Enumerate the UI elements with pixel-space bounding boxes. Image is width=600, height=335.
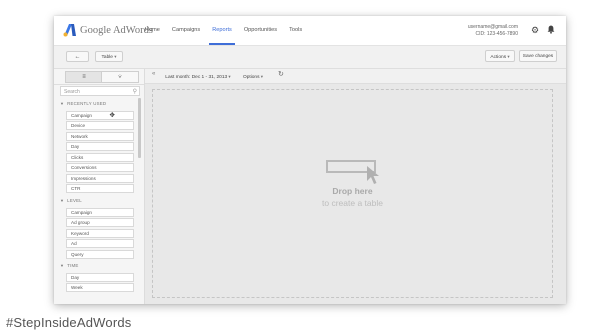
list-item[interactable]: Device	[66, 121, 134, 131]
actions-dropdown[interactable]: Actions	[485, 50, 515, 62]
account-cid: CID: 123-456-7890	[475, 30, 518, 37]
refresh-icon[interactable]: ↻	[278, 70, 284, 78]
table-drop-icon	[326, 160, 379, 184]
collapse-triangle-icon: ▼	[60, 263, 65, 269]
options-dropdown[interactable]: Options	[237, 71, 269, 81]
nav-home[interactable]: Home	[139, 16, 166, 45]
report-canvas-toolbar: « Last month: Dec 1 - 31, 2013 Options ↻	[145, 69, 566, 84]
report-canvas: « Last month: Dec 1 - 31, 2013 Options ↻…	[145, 69, 566, 304]
list-item[interactable]: Ad group	[66, 218, 134, 228]
list-item[interactable]: Campaign ✥	[66, 110, 134, 120]
columns-icon: ≡	[82, 74, 86, 80]
nav-reports[interactable]: Reports	[206, 16, 238, 45]
bell-icon-shape	[547, 25, 555, 34]
column-list: ▼ RECENTLY USED Campaign ✥ Device Network …	[60, 98, 138, 294]
save-changes-button[interactable]: Save changes	[519, 50, 557, 62]
collapse-panel-icon[interactable]: «	[152, 71, 155, 77]
list-item[interactable]: Week	[66, 283, 134, 293]
panel-scrollbar[interactable]	[138, 98, 141, 158]
bell-icon[interactable]	[546, 25, 556, 35]
list-item[interactable]: Ad	[66, 239, 134, 249]
list-item[interactable]: Day	[66, 272, 134, 282]
top-bar: Google AdWords Home Campaigns Reports Op…	[54, 16, 566, 46]
nav-campaigns[interactable]: Campaigns	[166, 16, 206, 45]
search-placeholder: Search	[64, 89, 80, 95]
collapse-triangle-icon: ▼	[60, 197, 65, 203]
view-type-dropdown[interactable]: Table	[95, 51, 123, 62]
list-item[interactable]: CTR	[66, 184, 134, 194]
adwords-window: Google AdWords Home Campaigns Reports Op…	[54, 16, 566, 304]
gear-icon[interactable]: ⚙	[530, 25, 540, 35]
search-icon: ⚲	[132, 89, 137, 95]
nav-tools[interactable]: Tools	[283, 16, 308, 45]
date-range-dropdown[interactable]: Last month: Dec 1 - 31, 2013	[163, 71, 233, 81]
filter-icon: ⩒	[118, 74, 122, 80]
section-time[interactable]: ▼ TIME	[60, 260, 138, 272]
list-item[interactable]: Clicks	[66, 152, 134, 162]
panel-tabs: ≡ ⩒	[54, 69, 144, 85]
section-level[interactable]: ▼ LEVEL	[60, 195, 138, 207]
account-info[interactable]: username@gmail.com CID: 123-456-7890	[468, 24, 518, 37]
list-item[interactable]: Keyword	[66, 228, 134, 238]
list-item[interactable]: Campaign	[66, 207, 134, 217]
list-item[interactable]: Query	[66, 249, 134, 259]
search-input[interactable]: Search ⚲	[60, 86, 140, 96]
nav-opportunities[interactable]: Opportunities	[238, 16, 283, 45]
report-toolbar: ← Table Actions Save changes	[54, 46, 566, 69]
move-cursor-icon: ✥	[109, 111, 115, 119]
list-item[interactable]: Day	[66, 142, 134, 152]
section-recently-used[interactable]: ▼ RECENTLY USED	[60, 98, 138, 110]
list-item[interactable]: Conversions	[66, 163, 134, 173]
list-item[interactable]: Network	[66, 131, 134, 141]
hashtag-caption: #StepInsideAdWords	[6, 315, 132, 330]
filter-tab[interactable]: ⩒	[101, 71, 139, 83]
drop-title: Drop here	[332, 186, 373, 196]
columns-panel: ≡ ⩒ Search ⚲ ▼ RECENTLY USED Campaign ✥ De…	[54, 69, 145, 304]
back-button[interactable]: ←	[66, 51, 89, 62]
list-item[interactable]: Impressions	[66, 173, 134, 183]
collapse-triangle-icon: ▼	[60, 101, 65, 106]
drop-zone[interactable]: Drop here to create a table	[152, 89, 553, 298]
columns-tab[interactable]: ≡	[65, 71, 103, 83]
drop-subtitle: to create a table	[322, 198, 383, 208]
main-nav: Home Campaigns Reports Opportunities Too…	[139, 16, 308, 45]
adwords-logo-icon	[63, 24, 76, 37]
account-email: username@gmail.com	[467, 24, 518, 30]
